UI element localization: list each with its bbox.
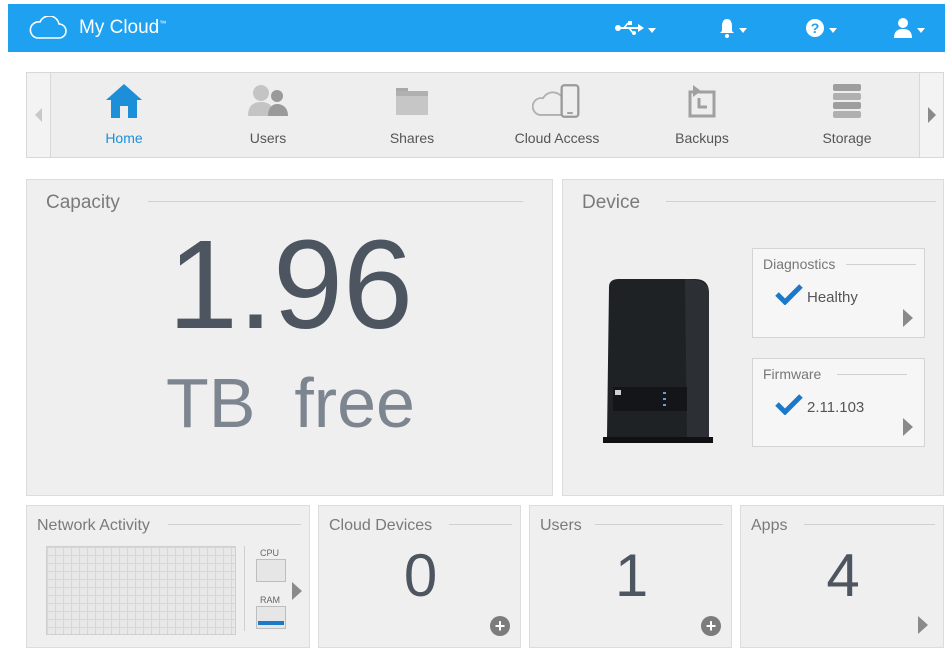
ram-label: RAM — [260, 595, 280, 605]
panel-title: Users — [540, 517, 582, 534]
chevron-right-icon — [903, 309, 913, 327]
nav-item-backups[interactable]: Backups — [637, 73, 767, 157]
nav-item-home[interactable]: Home — [59, 73, 189, 157]
apps-panel[interactable]: Apps 4 — [740, 505, 944, 648]
top-bar: My Cloud™ ? — [8, 4, 945, 52]
chevron-left-icon — [35, 108, 42, 122]
cloud-devices-count: 0 — [403, 542, 438, 609]
nas-device-image — [603, 279, 713, 443]
chevron-right-icon — [927, 107, 936, 123]
nav-item-label: Users — [249, 130, 287, 146]
users-panel[interactable]: Users 1 + — [529, 505, 732, 648]
device-panel: Device Diagnostics Healthy Firmware 2.11… — [562, 179, 944, 496]
chevron-right-icon — [903, 418, 913, 436]
capacity-panel[interactable]: Capacity 1.96 TB free — [26, 179, 553, 496]
diagnostics-status: Healthy — [807, 289, 858, 306]
cpu-label: CPU — [260, 548, 280, 558]
app-title: My Cloud™ — [79, 17, 167, 38]
nav-item-label: Shares — [389, 130, 435, 146]
nav-item-label: Home — [105, 130, 143, 146]
nav-item-label: Backups — [675, 130, 729, 146]
nav-item-storage[interactable]: Storage — [782, 73, 912, 157]
add-cloud-device-button[interactable]: + — [490, 616, 510, 636]
panel-title: Cloud Devices — [329, 517, 433, 534]
usb-icon — [615, 21, 644, 35]
checkmark-icon — [775, 394, 803, 415]
divider — [449, 524, 512, 525]
firmware-version: 2.11.103 — [807, 399, 865, 416]
divider — [846, 264, 916, 265]
home-icon — [99, 81, 149, 121]
panel-title: Network Activity — [37, 517, 150, 534]
nav-item-label: Storage — [822, 130, 872, 146]
divider — [595, 524, 723, 525]
user-icon — [894, 18, 912, 38]
chevron-down-icon — [829, 27, 837, 33]
ram-meter — [256, 606, 286, 629]
panel-title: Apps — [751, 517, 788, 534]
apps-count: 4 — [826, 542, 860, 609]
help-menu[interactable]: ? — [805, 15, 837, 41]
bell-icon — [720, 19, 734, 38]
cloud-icon — [29, 16, 67, 39]
svg-text:?: ? — [811, 20, 820, 36]
divider — [804, 524, 935, 525]
capacity-value: 1.96 — [167, 214, 414, 355]
nav-item-cloud-access[interactable]: Cloud Access — [492, 73, 622, 157]
help-icon: ? — [806, 19, 824, 37]
backup-icon — [677, 81, 727, 121]
nav-item-label: Cloud Access — [514, 130, 600, 146]
user-menu[interactable] — [893, 15, 925, 41]
users-count: 1 — [614, 542, 649, 609]
diagnostics-card[interactable]: Diagnostics Healthy — [752, 248, 925, 338]
diagnostics-title: Diagnostics — [763, 256, 836, 272]
chevron-right-icon[interactable] — [918, 616, 928, 634]
firmware-title: Firmware — [763, 366, 822, 382]
chevron-right-icon[interactable] — [292, 582, 302, 600]
chevron-down-icon — [739, 27, 747, 33]
nav-item-users[interactable]: Users — [203, 73, 333, 157]
panel-title: Device — [582, 192, 641, 213]
add-user-button[interactable]: + — [701, 616, 721, 636]
cloud-devices-panel[interactable]: Cloud Devices 0 + — [318, 505, 521, 648]
divider — [666, 201, 936, 202]
nav-strip: Home Users Shares Cloud Access Backups S… — [26, 72, 944, 158]
divider — [168, 524, 301, 525]
usb-menu[interactable] — [614, 15, 656, 41]
ram-meter-fill — [258, 621, 284, 625]
chevron-down-icon — [648, 27, 656, 33]
users-icon — [243, 81, 293, 121]
nav-scroll-right[interactable] — [919, 73, 943, 157]
divider — [837, 374, 907, 375]
storage-icon — [822, 81, 872, 121]
network-activity-graph — [46, 546, 236, 635]
chevron-down-icon — [917, 27, 925, 33]
cpu-meter — [256, 559, 286, 582]
cloud-access-icon — [532, 81, 582, 121]
checkmark-icon — [775, 284, 803, 305]
nav-scroll-left[interactable] — [27, 73, 51, 157]
capacity-unit: TB free — [166, 364, 415, 442]
notifications-menu[interactable] — [719, 15, 747, 41]
firmware-card[interactable]: Firmware 2.11.103 — [752, 358, 925, 447]
divider — [244, 546, 245, 631]
folder-icon — [387, 81, 437, 121]
nav-item-shares[interactable]: Shares — [347, 73, 477, 157]
divider — [148, 201, 523, 202]
